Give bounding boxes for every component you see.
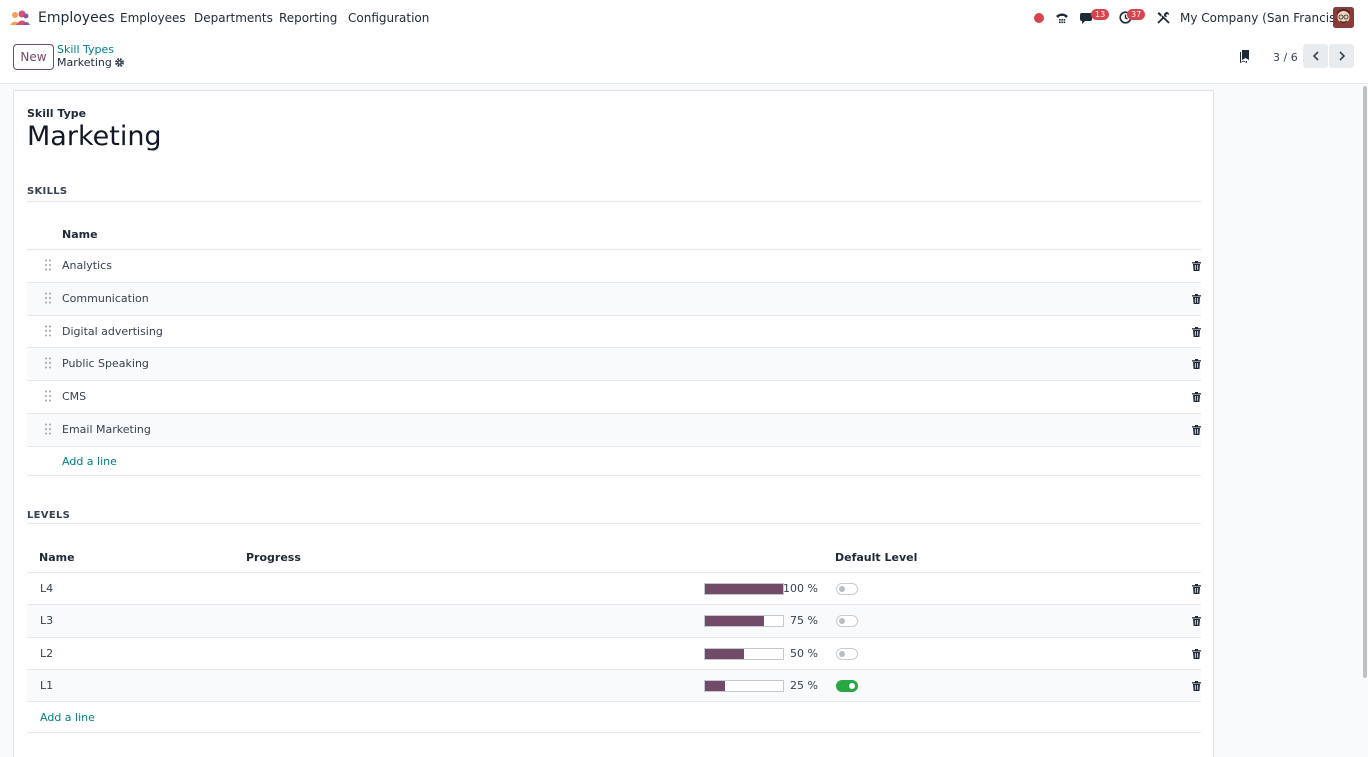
pager-value[interactable]: 3 / 6: [1273, 51, 1298, 64]
level-row[interactable]: L1 25 %: [27, 668, 1201, 702]
employees-app-icon[interactable]: [9, 10, 31, 26]
delete-skill-trash-icon[interactable]: [1192, 358, 1201, 372]
level-progress-value[interactable]: 50 %: [790, 647, 818, 660]
drag-handle-icon[interactable]: [45, 423, 51, 438]
delete-skill-trash-icon[interactable]: [1192, 293, 1201, 307]
control-panel: New Skill Types Marketing 3 / 6: [0, 36, 1368, 84]
skill-type-label: Skill Type: [27, 107, 87, 120]
level-name[interactable]: L3: [40, 614, 53, 627]
level-progress-value[interactable]: 75 %: [790, 614, 818, 627]
levels-add-row: Add a line: [27, 701, 1201, 733]
page-scrollbar[interactable]: [1363, 86, 1367, 678]
skill-row[interactable]: Digital advertising: [27, 314, 1201, 348]
levels-section-divider: [27, 523, 1201, 524]
skill-row[interactable]: Communication: [27, 281, 1201, 315]
bookmark-icon[interactable]: [1239, 50, 1250, 63]
messages-count-badge: 13: [1091, 9, 1110, 20]
menu-departments[interactable]: Departments: [194, 11, 273, 25]
level-name[interactable]: L1: [40, 679, 53, 692]
pager-next-button[interactable]: [1329, 44, 1354, 68]
skill-name[interactable]: CMS: [62, 390, 86, 403]
company-switcher[interactable]: My Company (San Francisco): [1180, 11, 1354, 25]
breadcrumb-skill-types[interactable]: Skill Types: [57, 43, 114, 56]
drag-handle-icon[interactable]: [45, 357, 51, 372]
skill-name[interactable]: Digital advertising: [62, 325, 163, 338]
skill-row[interactable]: Analytics: [27, 249, 1201, 282]
drag-handle-icon[interactable]: [45, 325, 51, 340]
toggle-knob: [839, 586, 845, 592]
skills-add-row: Add a line: [27, 446, 1201, 476]
levels-header-progress[interactable]: Progress: [246, 551, 301, 564]
level-progress-value[interactable]: 100 %: [783, 582, 818, 595]
activities-count-badge: 37: [1127, 9, 1146, 20]
breadcrumb-current: Marketing: [57, 56, 112, 69]
skills-add-line-link[interactable]: Add a line: [62, 455, 117, 468]
skill-name[interactable]: Email Marketing: [62, 423, 151, 436]
drag-handle-icon[interactable]: [45, 292, 51, 307]
level-name[interactable]: L2: [40, 647, 53, 660]
app-name[interactable]: Employees: [38, 10, 115, 26]
skill-type-name[interactable]: Marketing: [27, 121, 162, 152]
menu-reporting[interactable]: Reporting: [279, 11, 337, 25]
skills-header-name[interactable]: Name: [62, 228, 98, 241]
form-sheet: Skill Type Marketing SKILLS Name Analyti…: [13, 90, 1214, 757]
level-progress-bar: [704, 583, 784, 595]
level-progress-bar: [704, 679, 784, 692]
chevron-left-icon: [1312, 51, 1319, 61]
new-button[interactable]: New: [13, 44, 54, 70]
tools-icon[interactable]: [1157, 11, 1170, 24]
gear-icon[interactable]: [114, 57, 125, 68]
delete-level-trash-icon[interactable]: [1192, 680, 1201, 694]
levels-header-name[interactable]: Name: [39, 551, 75, 564]
level-progress-fill: [705, 680, 725, 691]
levels-header-default-level[interactable]: Default Level: [835, 551, 917, 564]
drag-handle-icon[interactable]: [45, 259, 51, 274]
phone-icon[interactable]: [1055, 11, 1069, 25]
delete-level-trash-icon[interactable]: [1192, 648, 1201, 662]
level-progress-fill: [705, 616, 764, 627]
skill-row[interactable]: Public Speaking: [27, 347, 1201, 381]
delete-skill-trash-icon[interactable]: [1192, 391, 1201, 405]
level-row[interactable]: L2 50 %: [27, 636, 1201, 670]
skill-name[interactable]: Communication: [62, 292, 149, 305]
level-row[interactable]: L3 75 %: [27, 604, 1201, 638]
default-level-toggle[interactable]: [836, 679, 858, 692]
level-name[interactable]: L4: [40, 582, 53, 595]
level-progress-fill: [705, 584, 783, 594]
default-level-toggle[interactable]: [836, 647, 858, 660]
delete-level-trash-icon[interactable]: [1192, 615, 1201, 629]
user-avatar[interactable]: [1333, 7, 1354, 28]
skills-section-title: SKILLS: [27, 186, 68, 197]
skill-name[interactable]: Public Speaking: [62, 357, 149, 370]
recording-dot-icon[interactable]: [1034, 13, 1044, 23]
menu-configuration[interactable]: Configuration: [348, 11, 429, 25]
level-progress-fill: [705, 648, 744, 659]
skills-section-divider: [27, 201, 1201, 202]
skill-name[interactable]: Analytics: [62, 259, 112, 272]
toggle-knob: [839, 618, 845, 625]
delete-skill-trash-icon[interactable]: [1192, 326, 1201, 340]
level-progress-bar: [704, 615, 784, 628]
toggle-knob: [839, 650, 845, 657]
chevron-right-icon: [1338, 51, 1345, 61]
top-navbar: Employees Employees Departments Reportin…: [0, 0, 1368, 36]
drag-handle-icon[interactable]: [45, 390, 51, 405]
levels-add-line-link[interactable]: Add a line: [40, 711, 95, 724]
default-level-toggle[interactable]: [836, 615, 858, 628]
level-row[interactable]: L4 100 %: [27, 572, 1201, 605]
level-progress-value[interactable]: 25 %: [790, 679, 818, 692]
delete-level-trash-icon[interactable]: [1192, 583, 1201, 597]
default-level-toggle[interactable]: [836, 583, 858, 595]
toggle-knob: [849, 682, 855, 689]
skill-row[interactable]: Email Marketing: [27, 413, 1201, 446]
level-progress-bar: [704, 647, 784, 660]
menu-employees[interactable]: Employees: [120, 11, 186, 25]
delete-skill-trash-icon[interactable]: [1192, 260, 1201, 274]
delete-skill-trash-icon[interactable]: [1192, 424, 1201, 438]
pager-previous-button[interactable]: [1303, 44, 1328, 68]
levels-section-title: LEVELS: [27, 510, 71, 521]
skill-row[interactable]: CMS: [27, 380, 1201, 413]
